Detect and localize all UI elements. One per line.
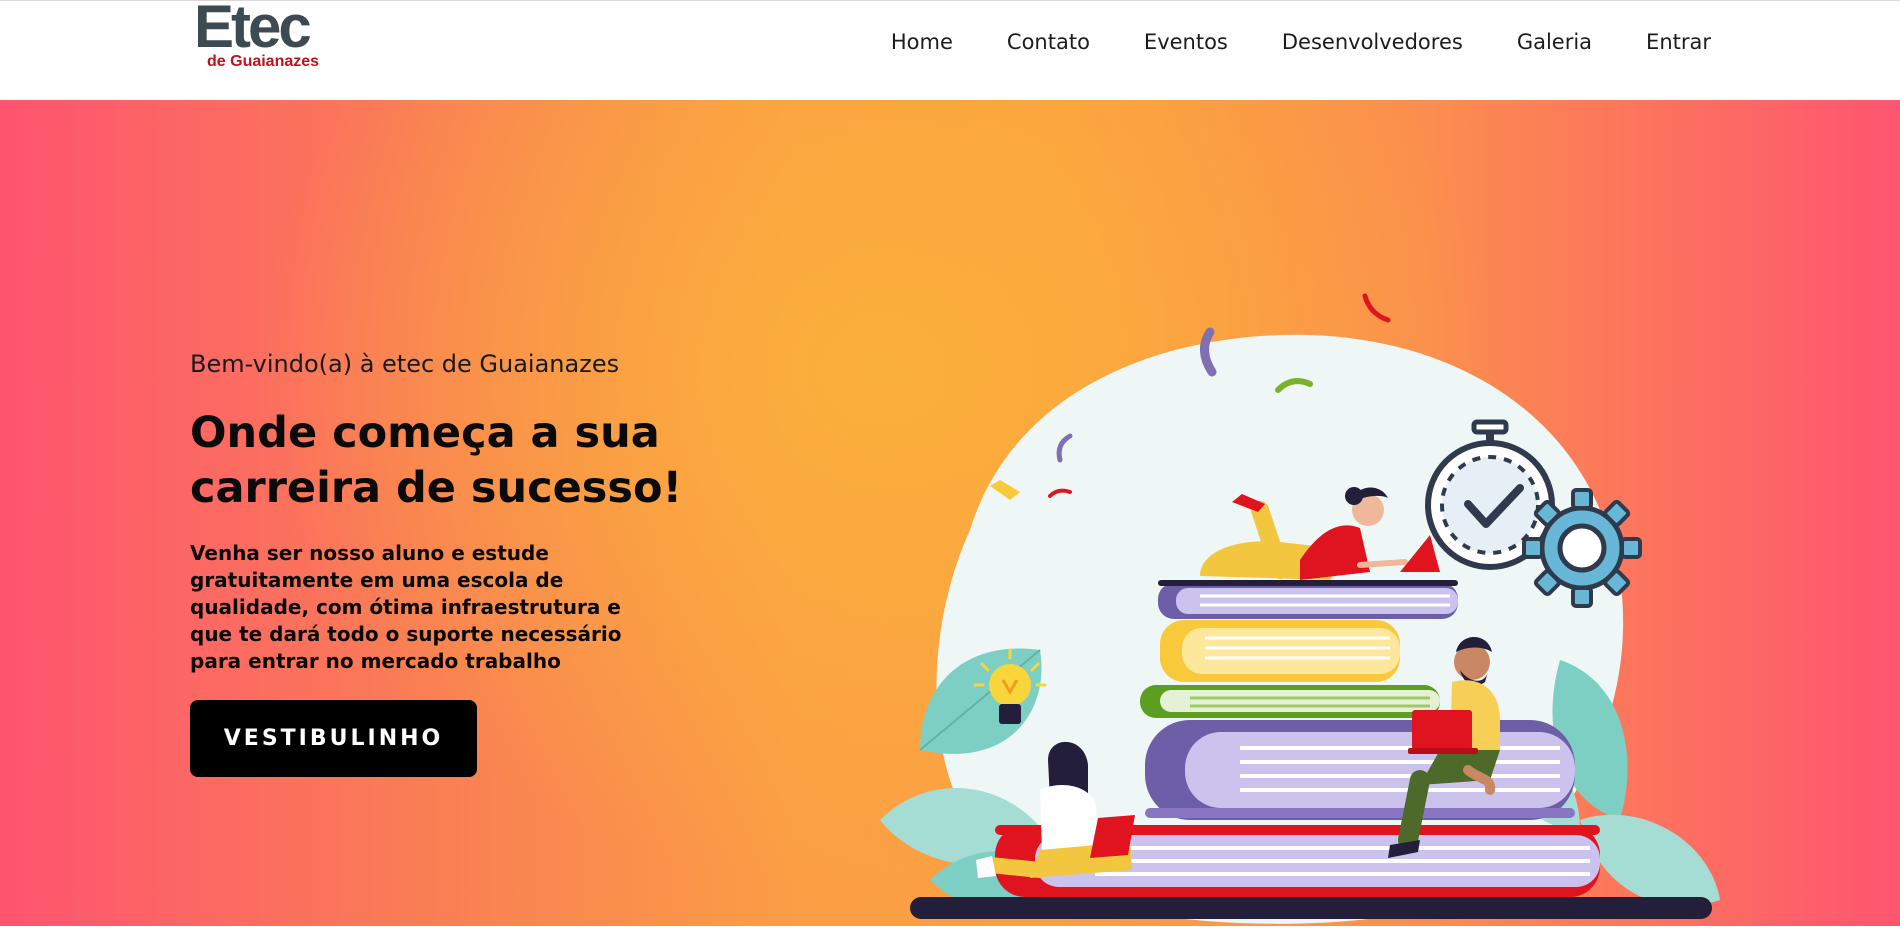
hero-description: Venha ser nosso aluno e estude gratuitam… (190, 540, 650, 675)
nav-item-galeria[interactable]: Galeria (1517, 30, 1592, 54)
nav-item-entrar[interactable]: Entrar (1646, 30, 1711, 54)
site-header: Etec de Guaianazes Home Contato Eventos … (0, 0, 1900, 100)
bottom-strip (0, 926, 1900, 930)
hero-greeting: Bem-vindo(a) à etec de Guaianazes (190, 350, 620, 378)
hero-description-line: para entrar no mercado trabalho (190, 649, 561, 673)
nav-item-contato[interactable]: Contato (1007, 30, 1090, 54)
nav-item-eventos[interactable]: Eventos (1144, 30, 1228, 54)
logo-subtitle: de Guaianazes (207, 53, 320, 70)
book-yellow (1160, 620, 1400, 682)
hero-title: Onde começa a sua carreira de sucesso! (190, 406, 750, 516)
book-top (1158, 580, 1458, 619)
confetti (1362, 293, 1391, 323)
hero-description-line: que te dará todo o suporte necessário (190, 622, 622, 646)
hero-title-line: Onde começa a sua (190, 408, 660, 458)
hero-description-line: gratuitamente em uma escola de (190, 568, 564, 592)
vestibulinho-button[interactable]: VESTIBULINHO (190, 700, 477, 777)
hero-section: Bem-vindo(a) à etec de Guaianazes Onde c… (0, 100, 1900, 926)
shelf (910, 897, 1712, 919)
logo-title: Etec (194, 0, 312, 60)
book-green (1140, 685, 1440, 718)
students-on-books-illustration (880, 293, 1720, 924)
book-purple (1145, 720, 1575, 820)
hero-description-line: qualidade, com ótima infraestrutura e (190, 595, 621, 619)
hero-title-line: carreira de sucesso! (190, 463, 683, 513)
nav-item-home[interactable]: Home (891, 30, 953, 54)
hero-description-line: Venha ser nosso aluno e estude (190, 541, 549, 565)
etec-logo[interactable]: Etec de Guaianazes (194, 0, 328, 73)
gear-icon (1522, 488, 1642, 608)
nav-item-desenvolvedores[interactable]: Desenvolvedores (1282, 30, 1463, 54)
main-nav: Home Contato Eventos Desenvolvedores Gal… (891, 1, 1711, 83)
